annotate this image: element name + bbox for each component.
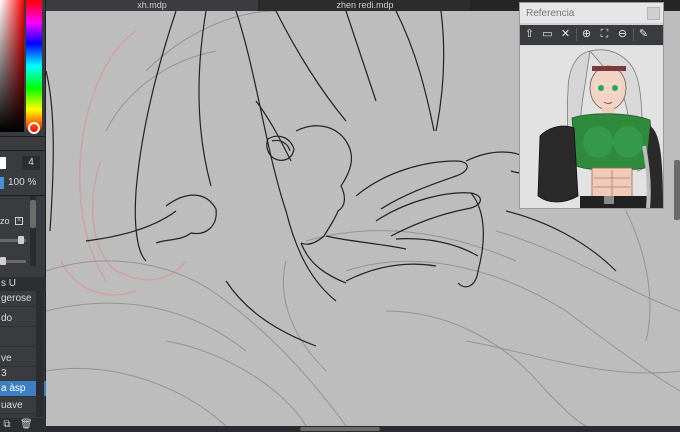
brush-list-header: s U	[0, 277, 46, 291]
trash-icon[interactable]: 🗑	[20, 420, 33, 430]
opacity-value: 100 %	[8, 177, 37, 188]
fit-icon[interactable]: ⛶	[597, 27, 612, 42]
color-hue-slider[interactable]	[26, 0, 42, 132]
upload-icon[interactable]: ⇧	[522, 27, 537, 42]
zoom-in-icon[interactable]: ⊕	[579, 27, 594, 42]
zoom-out-icon[interactable]: ⊖	[615, 27, 630, 42]
panel-divider	[0, 195, 46, 196]
open-folder-icon[interactable]: ▭	[540, 27, 555, 42]
reference-window[interactable]: Referencia ⇧ ▭ ✕ ⊕ ⛶ ⊖ ✎	[519, 2, 664, 209]
reference-image[interactable]	[520, 46, 663, 208]
opacity-bar[interactable]	[0, 177, 4, 189]
brush-slider-knob[interactable]	[0, 257, 6, 265]
brush-list-item-label: 3	[1, 368, 7, 379]
brush-list-item-label: ve	[1, 353, 12, 364]
app-window: 4 100 % zo × s U gerose do ve 3 a àsp ua…	[0, 0, 680, 432]
tab-zhen-redi[interactable]: zhen redi.mdp	[260, 0, 470, 11]
panel-divider	[0, 150, 46, 151]
canvas-vertical-scroll-thumb[interactable]	[674, 160, 680, 220]
brush-list-item-label: uave	[1, 400, 23, 411]
brush-list-toolbar: ⧉ 🗑	[0, 418, 46, 432]
brush-list-item-label: gerose	[1, 293, 32, 304]
reference-titlebar[interactable]: Referencia	[520, 3, 663, 23]
hue-slider-handle[interactable]	[28, 122, 40, 134]
brush-list-scrollbar[interactable]	[36, 291, 44, 417]
color-saturation-value-picker[interactable]	[0, 0, 24, 132]
panel-divider	[0, 136, 46, 137]
brush-panel-scroll-thumb[interactable]	[30, 200, 36, 228]
toolbar-separator	[633, 28, 634, 41]
reference-close-button[interactable]	[647, 7, 660, 20]
reference-toolbar: ⇧ ▭ ✕ ⊕ ⛶ ⊖ ✎	[520, 25, 663, 45]
brush-size-field[interactable]: 4	[22, 156, 40, 170]
brush-list-item-label: do	[1, 313, 13, 324]
eyedropper-icon[interactable]: ✎	[636, 27, 651, 42]
add-icon[interactable]: ⧉	[2, 420, 12, 430]
reference-character-picture	[520, 46, 663, 208]
current-color-swatch[interactable]	[0, 157, 6, 169]
reference-title: Referencia	[526, 8, 575, 19]
tab-xh[interactable]: xh.mdp	[46, 0, 258, 11]
brush-setting-close-icon[interactable]: ×	[15, 217, 23, 225]
brush-list-item-label: a àsp	[1, 383, 26, 394]
brush-slider-knob[interactable]	[18, 236, 24, 244]
left-tool-panel: 4 100 % zo × s U gerose do ve 3 a àsp ua…	[0, 0, 46, 432]
canvas-horizontal-scroll-thumb[interactable]	[300, 427, 380, 431]
toolbar-separator	[576, 28, 577, 41]
brush-setting-label: zo	[0, 216, 10, 226]
close-icon[interactable]: ✕	[558, 27, 573, 42]
